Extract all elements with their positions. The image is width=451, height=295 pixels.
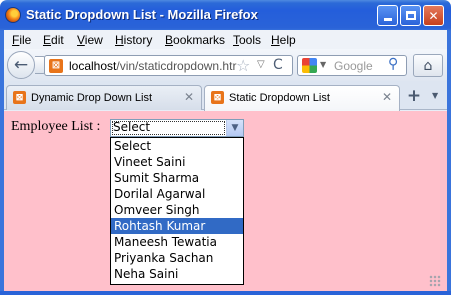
menu-history[interactable]: History (115, 33, 152, 47)
url-path: /vin/staticdropdown.htr (116, 59, 237, 73)
tab-label: Dynamic Drop Down List (31, 92, 153, 104)
url-host: localhost (69, 59, 117, 73)
tab-close-icon[interactable]: ✕ (184, 90, 194, 104)
employee-list-label: Employee List : (11, 119, 101, 134)
browser-client-area: File Edit View History Bookmarks Tools H… (4, 30, 447, 291)
maximize-button[interactable] (400, 5, 421, 26)
tab-close-icon[interactable]: ✕ (382, 90, 392, 104)
menu-edit[interactable]: Edit (43, 33, 64, 47)
reload-icon[interactable]: C (273, 57, 283, 73)
dropdown-option[interactable]: Sumit Sharma (111, 170, 243, 186)
tab-static-dropdown[interactable]: ⊠ Static Dropdown List ✕ (204, 85, 400, 111)
minimize-icon (383, 18, 392, 21)
dropdown-option[interactable]: Vineet Saini (111, 154, 243, 170)
xampp-icon: ⊠ (13, 91, 26, 104)
resize-grip[interactable] (429, 275, 441, 287)
history-dropdown-icon[interactable]: ▽ (257, 59, 265, 70)
list-all-tabs-icon[interactable]: ▼ (432, 91, 438, 100)
dropdown-option[interactable]: Dorilal Agarwal (111, 186, 243, 202)
bookmark-star-icon[interactable]: ☆ (236, 56, 250, 75)
dropdown-option[interactable]: Omveer Singh (111, 202, 243, 218)
google-icon[interactable] (302, 58, 317, 73)
url-bar[interactable]: ⊠ localhost/vin/staticdropdown.htr ☆ ▽ C (44, 55, 293, 76)
menu-bar: File Edit View History Bookmarks Tools H… (4, 30, 447, 49)
menu-help[interactable]: Help (271, 33, 296, 47)
xampp-icon: ⊠ (211, 91, 224, 104)
search-bar[interactable]: ▼ Google ⚲ (297, 55, 407, 76)
search-input[interactable]: Google (334, 59, 373, 73)
home-icon: ⌂ (423, 57, 433, 74)
dropdown-option-highlighted[interactable]: Rohtash Kumar (111, 218, 243, 234)
maximize-icon (405, 11, 416, 20)
search-engine-dropdown-icon[interactable]: ▼ (320, 60, 326, 69)
employee-select[interactable]: Select ▼ (110, 119, 244, 137)
tab-label: Static Dropdown List (229, 92, 330, 104)
window-title: Static Dropdown List - Mozilla Firefox (26, 7, 258, 22)
page-content: Employee List : Select ▼ Select Vineet S… (4, 111, 447, 291)
search-icon[interactable]: ⚲ (388, 56, 398, 72)
dropdown-option[interactable]: Maneesh Tewatia (111, 234, 243, 250)
tab-dynamic-dropdown[interactable]: ⊠ Dynamic Drop Down List ✕ (6, 85, 202, 110)
dropdown-option[interactable]: Priyanka Sachan (111, 250, 243, 266)
close-icon: ✕ (428, 8, 439, 23)
xampp-icon: ⊠ (49, 59, 63, 73)
menu-view[interactable]: View (77, 33, 103, 47)
minimize-button[interactable] (377, 5, 398, 26)
new-tab-button[interactable]: + (404, 87, 424, 107)
browser-window: Static Dropdown List - Mozilla Firefox ✕… (0, 0, 451, 295)
close-button[interactable]: ✕ (423, 5, 444, 26)
tab-bar: ⊠ Dynamic Drop Down List ✕ ⊠ Static Drop… (4, 81, 447, 111)
dropdown-option[interactable]: Select (111, 138, 243, 154)
dropdown-option[interactable]: Neha Saini (111, 266, 243, 282)
menu-bookmarks[interactable]: Bookmarks (165, 33, 225, 47)
chevron-down-icon[interactable]: ▼ (226, 120, 243, 136)
title-bar[interactable]: Static Dropdown List - Mozilla Firefox ✕ (0, 0, 451, 30)
url-text[interactable]: localhost/vin/staticdropdown.htr (69, 59, 236, 73)
navigation-toolbar: ← ⊠ localhost/vin/staticdropdown.htr ☆ ▽… (4, 49, 447, 81)
back-button[interactable]: ← (7, 51, 35, 79)
select-value: Select (113, 120, 151, 134)
home-button[interactable]: ⌂ (413, 54, 443, 77)
menu-file[interactable]: File (12, 33, 31, 47)
firefox-icon (5, 7, 21, 23)
menu-tools[interactable]: Tools (233, 33, 261, 47)
window-bottom-border (0, 291, 451, 295)
back-arrow-icon: ← (13, 55, 29, 75)
employee-dropdown-list: Select Vineet Saini Sumit Sharma Dorilal… (110, 137, 244, 285)
